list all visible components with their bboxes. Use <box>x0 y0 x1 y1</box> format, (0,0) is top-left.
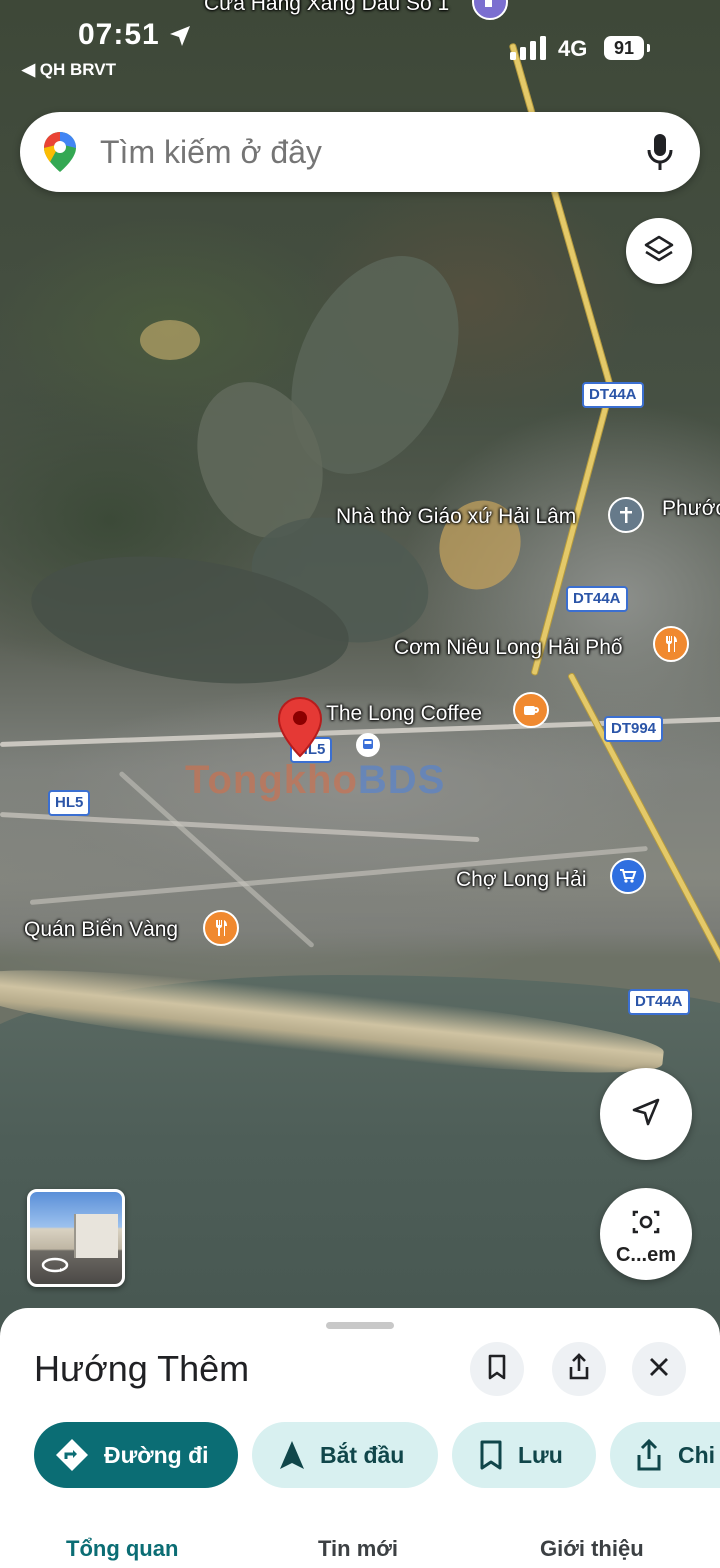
share-icon <box>637 1438 661 1471</box>
share-label: Chi <box>678 1441 716 1468</box>
map-label-com-nieu[interactable]: Cơm Niêu Long Hải Phố <box>394 636 623 660</box>
bus-stop-icon[interactable] <box>356 733 380 757</box>
road-shield-dt44a: DT44A <box>566 586 628 612</box>
network-type: 4G <box>558 36 588 61</box>
layers-button[interactable] <box>626 218 692 284</box>
tab-updates[interactable]: Tin mới <box>318 1536 398 1562</box>
map-label-phuoc[interactable]: Phước <box>662 497 720 521</box>
drag-handle[interactable] <box>326 1322 394 1329</box>
tab-about[interactable]: Giới thiệu <box>540 1536 644 1562</box>
map-label-market[interactable]: Chợ Long Hải <box>456 868 587 892</box>
map-label-coffee[interactable]: The Long Coffee <box>326 702 482 726</box>
lens-label: C...em <box>615 1244 677 1266</box>
map-label-church[interactable]: Nhà thờ Giáo xứ Hải Lâm <box>336 505 576 529</box>
save-bookmark-button[interactable] <box>470 1342 524 1396</box>
layers-icon <box>643 233 675 270</box>
place-details-sheet[interactable]: Hướng Thêm Đường đi Bắt đầu Lưu Chi Tổng… <box>0 1308 720 1568</box>
rotate-360-icon <box>40 1256 70 1279</box>
close-button[interactable] <box>632 1342 686 1396</box>
road-shield-dt44a: DT44A <box>582 382 644 408</box>
tab-overview[interactable]: Tổng quan <box>66 1536 178 1562</box>
road-shield-dt994: DT994 <box>604 716 664 742</box>
back-to-app-link[interactable]: ◀ QH BRVT <box>22 60 116 80</box>
bookmark-icon <box>480 1440 502 1470</box>
share-icon <box>567 1352 591 1386</box>
location-services-icon <box>168 24 192 53</box>
google-maps-logo-icon <box>42 130 78 179</box>
map-label-quan-bien-vang[interactable]: Quán Biển Vàng <box>24 918 178 942</box>
street-view-thumbnail[interactable] <box>27 1189 125 1287</box>
status-time: 07:51 <box>78 18 160 51</box>
start-label: Bắt đầu <box>320 1441 405 1468</box>
watermark: TongkhoBDS <box>185 758 446 802</box>
restaurant-icon[interactable] <box>203 910 239 946</box>
status-bar: 07:51 ◀ QH BRVT 4G 91 <box>0 0 720 100</box>
directions-icon <box>56 1439 88 1471</box>
share-button[interactable] <box>552 1342 606 1396</box>
navigation-arrow-icon <box>280 1441 304 1469</box>
navigation-arrow-icon <box>630 1096 662 1133</box>
restaurant-icon[interactable] <box>653 626 689 662</box>
road-shield-dt44a: DT44A <box>628 989 690 1015</box>
search-bar[interactable] <box>20 112 700 192</box>
place-title: Hướng Thêm <box>34 1348 250 1389</box>
close-icon <box>648 1356 670 1383</box>
coffee-cup-icon[interactable] <box>513 692 549 728</box>
road-shield-hl5: HL5 <box>48 790 91 816</box>
battery-icon: 91 <box>604 36 650 60</box>
save-label: Lưu <box>518 1441 563 1468</box>
church-icon[interactable] <box>608 497 644 533</box>
bookmark-icon <box>486 1354 508 1385</box>
directions-button[interactable]: Đường đi <box>34 1422 238 1488</box>
save-chip-button[interactable]: Lưu <box>452 1422 596 1488</box>
start-navigation-button[interactable]: Bắt đầu <box>252 1422 438 1488</box>
search-input[interactable] <box>100 112 620 192</box>
location-pin-icon[interactable] <box>277 696 323 763</box>
shopping-cart-icon[interactable] <box>610 858 646 894</box>
microphone-icon[interactable] <box>646 132 674 177</box>
directions-label: Đường đi <box>104 1441 209 1468</box>
camera-search-icon <box>630 1206 662 1241</box>
google-lens-button[interactable]: C...em <box>600 1188 692 1280</box>
share-chip-button[interactable]: Chi <box>610 1422 720 1488</box>
cellular-signal-icon <box>510 36 550 65</box>
my-location-button[interactable] <box>600 1068 692 1160</box>
